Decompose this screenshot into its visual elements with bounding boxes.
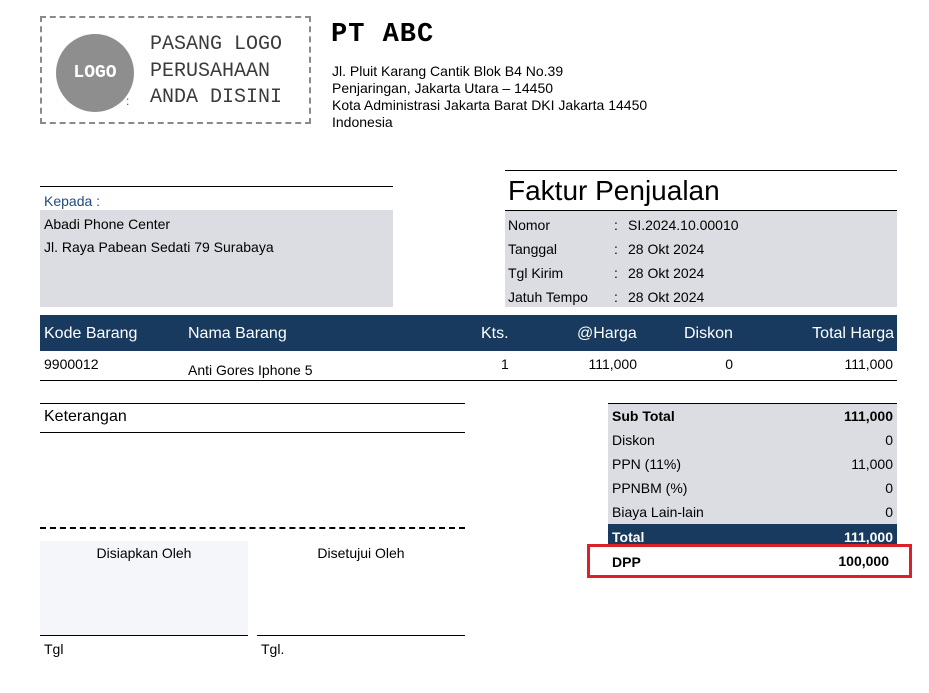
summary-label-ppnbm: PPNBM (%): [612, 480, 688, 496]
logo-placeholder-text: PASANG LOGO PERUSAHAAN ANDA DISINI: [150, 32, 310, 112]
summary-label-diskon: Diskon: [612, 432, 655, 448]
notes-label: Keterangan: [44, 408, 127, 425]
items-table-header: Kode Barang Nama Barang Kts. @Harga Disk…: [40, 315, 897, 351]
summary-label-biaya-lain: Biaya Lain-lain: [612, 504, 704, 520]
address-line: Penjaringan, Jakarta Utara – 14450: [332, 80, 554, 96]
invoice-field-colon: :: [614, 241, 618, 257]
total-value: 111,000: [843, 529, 893, 545]
recipient-label: Kepada :: [44, 193, 101, 209]
cell-kode-barang: 9900012: [44, 356, 99, 372]
summary-value-ppnbm: 0: [885, 480, 893, 496]
column-header-kode-barang: Kode Barang: [44, 325, 138, 342]
logo-text-line: ANDA DISINI: [150, 86, 283, 109]
address-line: Kota Administrasi Jakarta Barat DKI Jaka…: [332, 97, 648, 113]
invoice-due-date: 28 Okt 2024: [628, 289, 705, 305]
cell-harga: 111,000: [588, 356, 637, 372]
total-label: Total: [612, 529, 645, 545]
invoice-field-colon: :: [614, 289, 618, 305]
summary-value-diskon: 0: [885, 432, 893, 448]
divider: [40, 403, 465, 404]
cell-diskon: 0: [725, 356, 733, 372]
logo-text-line: PERUSAHAAN: [150, 59, 271, 83]
document-title: Faktur Penjualan: [508, 175, 720, 206]
summary-label-ppn: PPN (11%): [612, 456, 681, 472]
invoice-date: 28 Okt 2024: [628, 241, 705, 257]
column-header-harga: @Harga: [577, 325, 637, 342]
divider: [40, 186, 393, 187]
logo-circle: LOGO: [56, 34, 134, 112]
signature-prepared-label: Disiapkan Oleh: [96, 545, 192, 561]
summary-value-biaya-lain: 0: [885, 504, 893, 520]
column-header-nama-barang: Nama Barang: [188, 325, 287, 342]
summary-value-ppn: 11,000: [851, 456, 893, 472]
summary-label-subtotal: Sub Total: [612, 408, 675, 424]
cell-nama-barang: Anti Gores Iphone 5: [188, 362, 313, 378]
invoice-number: SI.2024.10.00010: [628, 217, 739, 233]
cell-total-harga: 111,000: [844, 356, 893, 372]
invoice-field-label-tgl-kirim: Tgl Kirim: [508, 265, 564, 281]
recipient-address: Jl. Raya Pabean Sedati 79 Surabaya: [44, 239, 274, 255]
address-line: Jl. Pluit Karang Cantik Blok B4 No.39: [332, 63, 564, 79]
logo-colon: :: [126, 94, 130, 108]
signature-line: [40, 635, 248, 636]
invoice-ship-date: 28 Okt 2024: [628, 265, 705, 281]
logo-text-line: PASANG LOGO: [150, 33, 283, 56]
company-name: PT ABC: [331, 20, 435, 50]
logo-placeholder: LOGO : PASANG LOGO PERUSAHAAN ANDA DISIN…: [40, 16, 311, 124]
invoice-field-colon: :: [614, 217, 618, 233]
invoice-field-label-nomor: Nomor: [508, 217, 551, 233]
summary-value-subtotal: 111,000: [843, 408, 893, 424]
divider: [40, 380, 897, 381]
signature-date-label-prepared: Tgl: [44, 641, 64, 657]
invoice-field-colon: :: [614, 265, 618, 281]
recipient-name: Abadi Phone Center: [44, 216, 171, 232]
column-header-diskon: Diskon: [684, 325, 733, 342]
company-address: Jl. Pluit Karang Cantik Blok B4 No.39 Pe…: [332, 63, 647, 131]
cell-kts: 1: [501, 356, 509, 372]
invoice-field-label-tanggal: Tanggal: [508, 241, 558, 257]
signature-date-label-approved: Tgl.: [261, 641, 285, 657]
divider: [40, 432, 465, 433]
column-header-total-harga: Total Harga: [812, 325, 894, 342]
invoice-field-label-jatuh-tempo: Jatuh Tempo: [508, 289, 588, 305]
address-line: Indonesia: [332, 114, 393, 130]
signature-line: [257, 635, 465, 636]
signature-approved-label: Disetujui Oleh: [317, 545, 405, 561]
dashed-divider: [40, 527, 465, 529]
divider: [505, 170, 897, 171]
column-header-kts: Kts.: [481, 325, 509, 342]
dpp-highlight-box: [587, 544, 912, 578]
